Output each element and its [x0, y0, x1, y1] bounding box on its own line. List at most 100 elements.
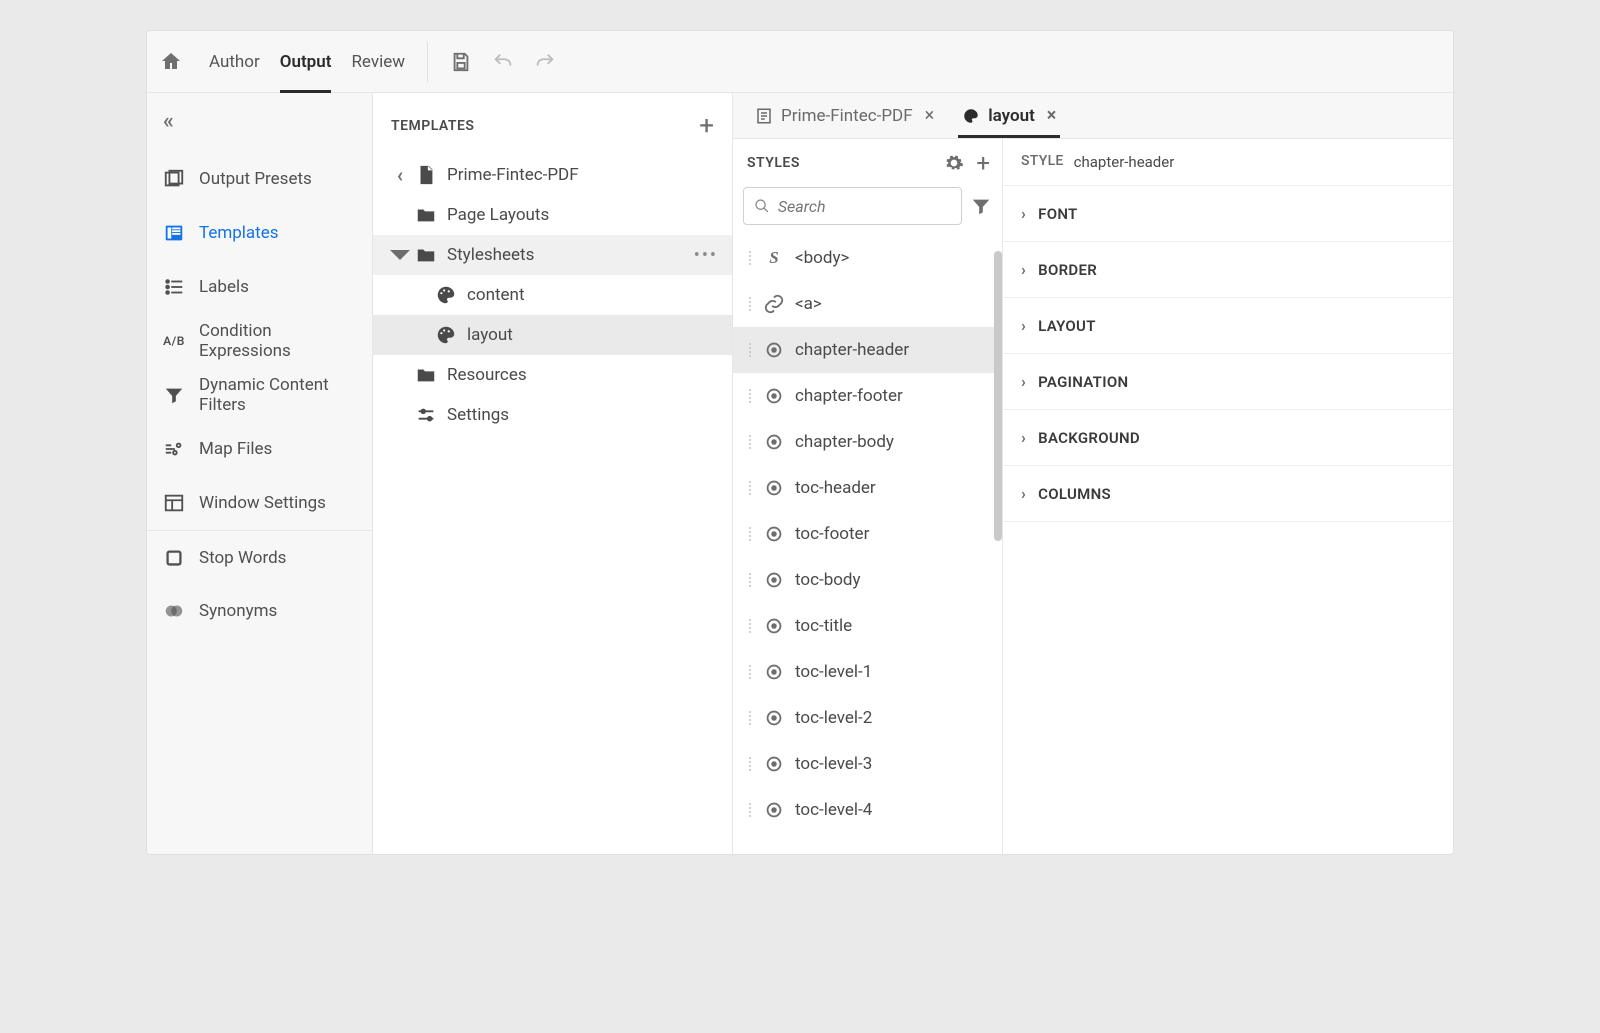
sidebar-item-stop-words[interactable]: Stop Words	[147, 530, 372, 584]
style-item-toc-level-4[interactable]: toc-level-4	[733, 787, 1002, 833]
style-type-icon	[763, 661, 785, 683]
drag-handle-icon[interactable]	[743, 757, 757, 771]
style-item-toc-footer[interactable]: toc-footer	[733, 511, 1002, 557]
styles-list: S<body> <a> chapter-header chapter-footer ch…	[733, 235, 1002, 854]
accordion-label: BACKGROUND	[1038, 429, 1140, 447]
add-template-button[interactable]: +	[699, 111, 714, 141]
pdf-file-icon	[415, 164, 437, 186]
accordion-header-border[interactable]: › BORDER	[1003, 242, 1453, 297]
drag-handle-icon[interactable]	[743, 251, 757, 265]
style-item-label: <a>	[795, 294, 822, 314]
style-item-label: toc-footer	[795, 524, 869, 544]
gear-icon[interactable]	[944, 153, 964, 173]
accordion-header-pagination[interactable]: ›PAGINATION	[1003, 354, 1453, 409]
style-item-label: toc-title	[795, 616, 852, 636]
window-settings-icon	[163, 492, 185, 514]
scrollbar-thumb[interactable]	[994, 251, 1002, 541]
style-type-icon	[763, 707, 785, 729]
drag-handle-icon[interactable]	[743, 803, 757, 817]
styles-header: STYLES +	[733, 139, 1002, 181]
redo-icon[interactable]	[534, 51, 556, 73]
accordion-header-layout[interactable]: ›LAYOUT	[1003, 298, 1453, 353]
tree-node-settings[interactable]: Settings	[373, 395, 732, 435]
style-item-body[interactable]: S<body>	[733, 235, 1002, 281]
style-item-toc-level-2[interactable]: toc-level-2	[733, 695, 1002, 741]
sidebar-item-label: Output Presets	[199, 169, 312, 189]
drag-handle-icon[interactable]	[743, 573, 757, 587]
close-icon[interactable]: ×	[925, 105, 935, 126]
save-icon[interactable]	[450, 51, 472, 73]
drag-handle-icon[interactable]	[743, 435, 757, 449]
sidebar-item-labels[interactable]: Labels	[147, 260, 372, 314]
editor-tab-label: Prime-Fintec-PDF	[781, 106, 913, 126]
collapse-sidebar-button[interactable]: «	[147, 103, 372, 152]
accordion-label: BORDER	[1038, 261, 1097, 279]
sidebar-item-label: Labels	[199, 277, 249, 297]
sidebar-item-output-presets[interactable]: Output Presets	[147, 152, 372, 206]
accordion-header-font[interactable]: ›FONT	[1003, 186, 1453, 241]
chevron-left-icon: ‹	[385, 163, 415, 187]
style-type-icon	[763, 523, 785, 545]
sidebar-item-templates[interactable]: Templates	[147, 206, 372, 260]
style-item-chapter-header[interactable]: chapter-header	[733, 327, 1002, 373]
style-item-toc-header[interactable]: toc-header	[733, 465, 1002, 511]
editor-body: STYLES +	[733, 139, 1453, 854]
tree-node-layout[interactable]: layout	[373, 315, 732, 355]
home-icon[interactable]	[159, 50, 183, 74]
style-item-label: chapter-footer	[795, 386, 903, 406]
styles-search-input[interactable]	[778, 197, 951, 216]
style-item-toc-level-3[interactable]: toc-level-3	[733, 741, 1002, 787]
chevron-down-icon[interactable]	[385, 240, 415, 270]
tree-node-page-layouts[interactable]: Page Layouts	[373, 195, 732, 235]
chevron-right-icon: ›	[1021, 260, 1026, 279]
drag-handle-icon[interactable]	[743, 389, 757, 403]
accordion-background: › BACKGROUND	[1003, 410, 1453, 466]
editor-tab-prime-fintec-pdf[interactable]: Prime-Fintec-PDF ×	[741, 93, 948, 138]
style-item-label: toc-level-2	[795, 708, 872, 728]
top-tab-review[interactable]: Review	[341, 31, 415, 93]
accordion-layout: ›LAYOUT	[1003, 298, 1453, 354]
drag-handle-icon[interactable]	[743, 343, 757, 357]
styles-search-box[interactable]	[743, 187, 962, 225]
tree-node-label: Resources	[447, 365, 724, 385]
accordion-header-background[interactable]: › BACKGROUND	[1003, 410, 1453, 465]
tree-node-resources[interactable]: Resources	[373, 355, 732, 395]
drag-handle-icon[interactable]	[743, 711, 757, 725]
drag-handle-icon[interactable]	[743, 619, 757, 633]
palette-icon	[435, 284, 457, 306]
more-icon[interactable]: •••	[694, 245, 724, 266]
sidebar-item-dynamic-content-filters[interactable]: Dynamic Content Filters	[147, 368, 372, 422]
top-tab-author[interactable]: Author	[199, 31, 270, 93]
editor-tab-layout[interactable]: layout×	[948, 93, 1070, 138]
add-style-button[interactable]: +	[976, 153, 990, 173]
sidebar-item-map-files[interactable]: Map Files	[147, 422, 372, 476]
sidebar-item-condition-expressions[interactable]: A/BCondition Expressions	[147, 314, 372, 368]
tree-node-content[interactable]: content	[373, 275, 732, 315]
filter-icon[interactable]	[970, 195, 992, 217]
drag-handle-icon[interactable]	[743, 665, 757, 679]
tree-back-row[interactable]: ‹ Prime-Fintec-PDF	[373, 155, 732, 195]
style-item-toc-body[interactable]: toc-body	[733, 557, 1002, 603]
sidebar-item-synonyms[interactable]: Synonyms	[147, 584, 372, 638]
style-item-chapter-body[interactable]: chapter-body	[733, 419, 1002, 465]
tree-node-label: Settings	[447, 405, 724, 425]
style-item-toc-title[interactable]: toc-title	[733, 603, 1002, 649]
tree-node-stylesheets[interactable]: Stylesheets•••	[373, 235, 732, 275]
chevron-right-icon: ›	[1021, 428, 1026, 447]
sidebar-item-label: Window Settings	[199, 493, 326, 513]
sidebar-item-window-settings[interactable]: Window Settings	[147, 476, 372, 530]
tree-back-label: Prime-Fintec-PDF	[447, 165, 724, 185]
style-item-chapter-footer[interactable]: chapter-footer	[733, 373, 1002, 419]
close-icon[interactable]: ×	[1047, 105, 1057, 126]
style-item-a[interactable]: <a>	[733, 281, 1002, 327]
style-type-icon	[763, 615, 785, 637]
accordion-header-columns[interactable]: ›COLUMNS	[1003, 466, 1453, 521]
drag-handle-icon[interactable]	[743, 527, 757, 541]
palette-icon	[962, 107, 980, 125]
drag-handle-icon[interactable]	[743, 481, 757, 495]
drag-handle-icon[interactable]	[743, 297, 757, 311]
top-tab-output[interactable]: Output	[270, 31, 342, 93]
undo-icon[interactable]	[492, 51, 514, 73]
style-item-toc-level-1[interactable]: toc-level-1	[733, 649, 1002, 695]
style-type-icon	[763, 431, 785, 453]
